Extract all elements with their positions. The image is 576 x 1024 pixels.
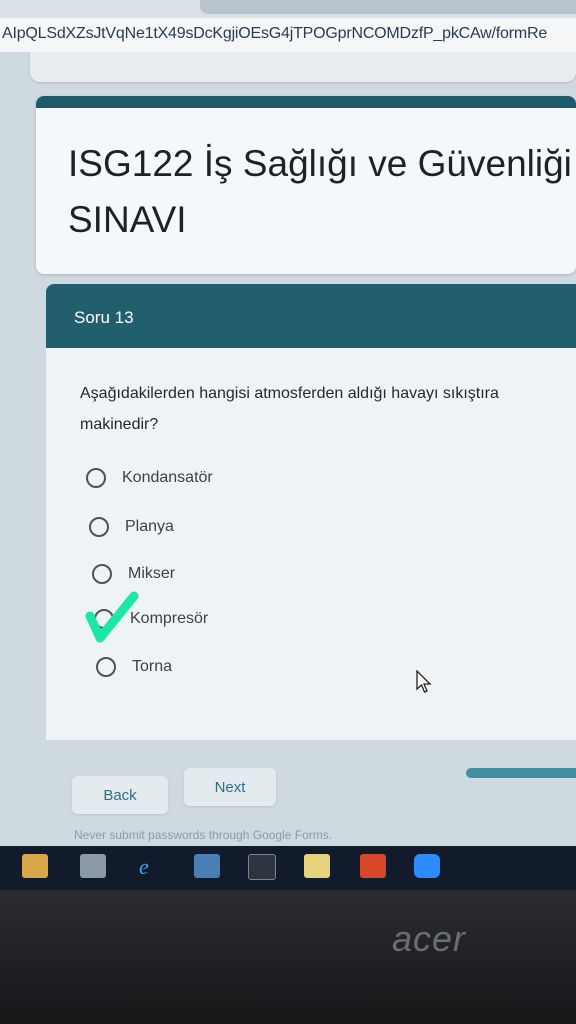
radio-button[interactable] [89, 517, 109, 537]
option-label: Mikser [128, 565, 176, 582]
section-header: Soru 13 [46, 284, 576, 348]
progress-bar [466, 768, 576, 778]
radio-button[interactable] [92, 564, 112, 584]
question-line1: Aşağıdakilerden hangisi atmosferden aldı… [80, 385, 499, 402]
file-explorer-icon[interactable] [22, 854, 48, 878]
brand-logo: acer [392, 918, 467, 959]
url-text[interactable]: AIpQLSdXZsJtVqNe1tX49sDcKgjiOEsG4jTPOGpr… [2, 25, 547, 43]
form-title: ISG122 İş Sağlığı ve Güvenliği SINAVI [68, 136, 576, 248]
terminal-icon[interactable] [248, 854, 276, 880]
radio-button[interactable] [86, 468, 106, 488]
question-card: Aşağıdakilerden hangisi atmosferden aldı… [46, 348, 576, 740]
radio-button[interactable] [96, 657, 116, 677]
question-text: Aşağıdakilerden hangisi atmosferden aldı… [80, 378, 576, 440]
option-planya[interactable]: Planya [89, 517, 174, 537]
option-label: Torna [132, 658, 173, 675]
next-button[interactable]: Next [184, 768, 276, 806]
checkmark-icon [85, 591, 139, 643]
photos-icon[interactable] [304, 854, 330, 878]
option-torna[interactable]: Torna [96, 657, 172, 677]
back-button[interactable]: Back [72, 776, 168, 814]
network-icon[interactable] [194, 854, 220, 878]
option-label: Kondansatör [122, 469, 213, 486]
taskbar: e [0, 846, 576, 890]
office-icon[interactable] [360, 854, 386, 878]
browser-tab-strip [200, 0, 576, 14]
section-label: Soru 13 [74, 308, 134, 327]
form-title-line2: SINAVI [68, 199, 187, 240]
mouse-cursor-icon [416, 670, 432, 693]
option-label: Planya [125, 518, 174, 535]
zoom-icon[interactable] [414, 854, 440, 878]
svg-text:e: e [139, 854, 149, 878]
question-line2: makinedir? [80, 416, 159, 433]
form-title-line1: ISG122 İş Sağlığı ve Güvenliği [68, 143, 572, 184]
password-warning: Never submit passwords through Google Fo… [74, 828, 333, 842]
option-kondansator[interactable]: Kondansatör [86, 468, 213, 488]
title-accent-bar [36, 96, 576, 108]
address-bar[interactable]: AIpQLSdXZsJtVqNe1tX49sDcKgjiOEsG4jTPOGpr… [0, 18, 576, 53]
option-mikser[interactable]: Mikser [92, 564, 175, 584]
laptop-bezel [0, 890, 576, 1024]
screen: AIpQLSdXZsJtVqNe1tX49sDcKgjiOEsG4jTPOGpr… [0, 0, 576, 880]
previous-card-edge [30, 52, 576, 82]
form-title-card: ISG122 İş Sağlığı ve Güvenliği SINAVI [36, 96, 576, 274]
internet-explorer-icon[interactable]: e [136, 854, 162, 879]
store-icon[interactable] [80, 854, 106, 878]
